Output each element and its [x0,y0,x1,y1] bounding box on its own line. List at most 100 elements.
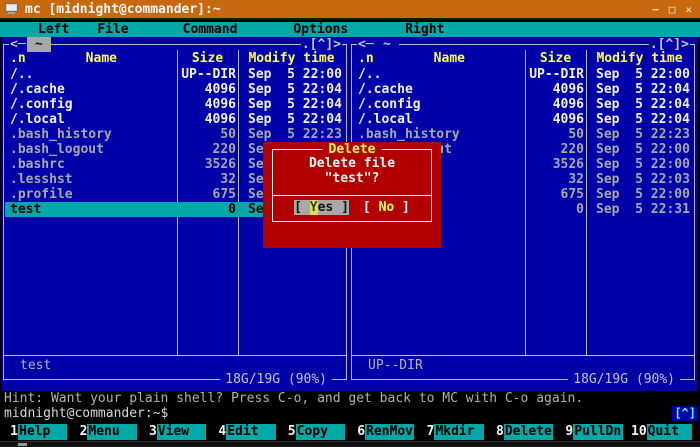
mini-status-separator [4,355,346,356]
fkey-quit-button[interactable]: 10Quit [629,424,698,440]
dialog-border: Delete Delete file "test"? [ Yes ] [ No … [272,149,432,222]
resize-grip[interactable] [18,443,27,446]
shell-prompt: midnight@commander:~$ [4,406,168,421]
fkey-label: Menu [87,424,136,440]
file-size: 50 [178,127,239,142]
file-name: /.local [353,112,526,127]
file-size: 3526 [178,157,239,172]
file-row[interactable]: .bash_history50Sep 5 22:23 [353,127,693,142]
file-mtime: Sep 5 22:04 [239,97,345,112]
yes-hotkey: Y [310,200,318,215]
left-panel-top: <─ ~ .[^]> [4,37,346,52]
fkey-mkdir-button[interactable]: 7Mkdir [420,424,489,440]
history-button[interactable]: [^] [672,406,698,421]
file-name: .profile [5,187,178,202]
file-size: 4096 [526,97,587,112]
fkey-label: Mkdir [434,424,483,440]
fkey-label: Copy [296,424,345,440]
column-header-mtime[interactable]: Modify time [238,51,345,66]
fkey-help-button[interactable]: 1Help [4,424,73,440]
file-mtime: Sep 5 22:00 [587,142,693,157]
fkey-pulldn-button[interactable]: 9PullDn [559,424,628,440]
right-mini-status: UP--DIR [368,358,423,373]
left-free-space: 18G/19G (90%) [220,372,332,387]
fkey-label: PullDn [573,424,622,440]
file-name: /.config [5,97,178,112]
file-size: 675 [526,187,587,202]
fkey-edit-button[interactable]: 4Edit [212,424,281,440]
file-name: /.cache [5,82,178,97]
maximize-button[interactable]: □ [669,3,676,16]
file-mtime: Sep 5 22:04 [239,112,345,127]
file-size: 0 [178,202,239,217]
file-row[interactable]: /..UP--DIRSep 5 22:00 [5,67,345,82]
fkey-number: 4 [212,424,226,440]
fkey-view-button[interactable]: 3View [143,424,212,440]
file-size: 4096 [178,112,239,127]
column-header-name[interactable]: Name [434,51,465,66]
fkey-number: 10 [629,424,647,440]
file-row[interactable]: .bash_history50Sep 5 22:23 [5,127,345,142]
file-row[interactable]: /..UP--DIRSep 5 22:00 [353,67,693,82]
fkey-label: Help [18,424,67,440]
panel-scroll-left-icon[interactable]: <─ [9,37,27,52]
file-mtime: Sep 5 22:04 [587,82,693,97]
file-size: UP--DIR [178,67,239,82]
function-key-bar: 1Help2Menu3View4Edit5Copy6RenMov7Mkdir8D… [2,424,698,440]
file-name: /.. [353,67,526,82]
panel-up-button[interactable]: .[^]> [301,37,342,52]
fkey-number: 3 [143,424,157,440]
file-mtime: Sep 5 22:00 [587,157,693,172]
dialog-title: Delete [323,142,382,157]
fkey-label: Edit [226,424,275,440]
file-size: 4096 [178,97,239,112]
dialog-filename: "test"? [273,171,431,186]
left-mini-status: test [20,358,51,373]
panel-up-button[interactable]: .[^]> [649,37,690,52]
command-line[interactable]: midnight@commander:~$ [^] [4,406,698,421]
fkey-label: Quit [647,424,692,440]
close-button[interactable]: ✕ [685,3,692,16]
file-row[interactable]: /.config4096Sep 5 22:04 [353,97,693,112]
dialog-message: Delete file [273,156,431,171]
menu-item-command[interactable]: Command [183,22,238,37]
menu-item-options[interactable]: Options [293,22,348,37]
fkey-number: 1 [4,424,18,440]
menu-item-file[interactable]: File [97,22,128,37]
file-name: /.config [353,97,526,112]
fkey-number: 8 [490,424,504,440]
sort-indicator: .n [358,51,374,66]
minimize-button[interactable]: − [652,3,659,16]
file-name: .bash_logout [5,142,178,157]
file-mtime: Sep 5 22:00 [587,187,693,202]
panel-scroll-left-icon[interactable]: <─ [357,37,375,52]
menu-item-left[interactable]: Left [38,22,69,37]
right-panel-path-tab[interactable]: ~ [375,37,399,52]
file-row[interactable]: /.config4096Sep 5 22:04 [5,97,345,112]
column-header-size[interactable]: Size [525,51,586,66]
right-panel-header: .n Name Size Modify time [353,51,693,66]
title-bar: mc [midnight@commander]:~ − □ ✕ [0,0,700,20]
file-row[interactable]: /.cache4096Sep 5 22:04 [353,82,693,97]
column-header-mtime[interactable]: Modify time [586,51,693,66]
fkey-renmov-button[interactable]: 6RenMov [351,424,420,440]
file-name: /.local [5,112,178,127]
file-name: test [5,202,178,217]
file-size: 0 [526,202,587,217]
file-mtime: Sep 5 22:00 [587,67,693,82]
menu-item-right[interactable]: Right [405,22,444,37]
file-row[interactable]: /.cache4096Sep 5 22:04 [5,82,345,97]
file-row[interactable]: /.local4096Sep 5 22:04 [353,112,693,127]
fkey-menu-button[interactable]: 2Menu [73,424,142,440]
file-mtime: Sep 5 22:23 [239,127,345,142]
column-header-size[interactable]: Size [177,51,238,66]
column-header-name[interactable]: Name [86,51,117,66]
left-panel-path-tab[interactable]: ~ [27,37,51,52]
left-panel-header: .nName Size Modify time [5,51,345,66]
yes-button[interactable]: [ Yes ] [294,200,349,215]
no-button[interactable]: [ No ] [363,200,410,215]
fkey-delete-button[interactable]: 8Delete [490,424,559,440]
file-size: 220 [178,142,239,157]
file-row[interactable]: /.local4096Sep 5 22:04 [5,112,345,127]
fkey-copy-button[interactable]: 5Copy [282,424,351,440]
